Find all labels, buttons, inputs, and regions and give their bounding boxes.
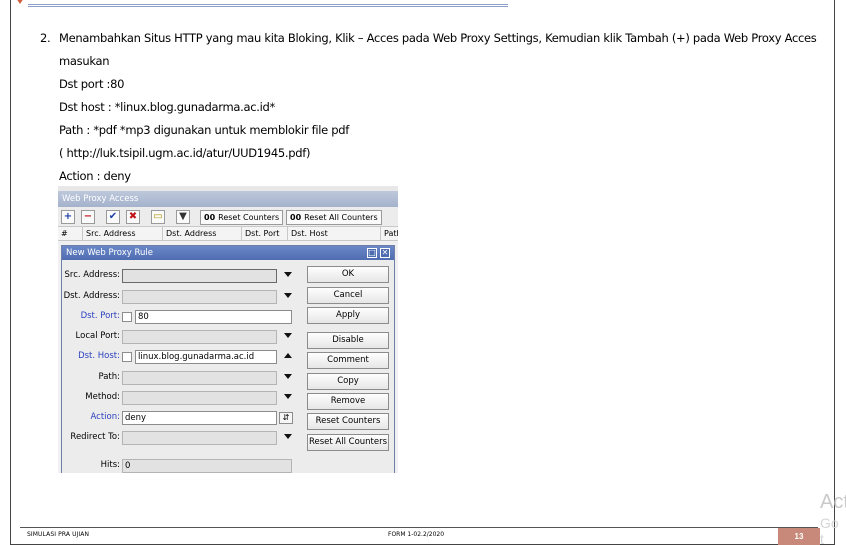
dst-address-field[interactable]: [122, 290, 277, 304]
path-row: Path:: [62, 370, 302, 386]
header-marker: [16, 0, 24, 4]
reset-all-counters-button[interactable]: 00 Reset All Counters: [286, 210, 382, 225]
footer-form-code: FORM 1-02.2/2020: [388, 531, 445, 538]
instruction-line: Action : deny: [59, 169, 131, 183]
column-header[interactable]: Path: [380, 227, 398, 241]
column-header[interactable]: Dst. Port: [241, 227, 287, 241]
ok-button[interactable]: OK: [307, 266, 389, 283]
hits-label: Hits:: [100, 460, 120, 470]
column-header-row: # Src. Address Dst. Address Dst. Port Ds…: [58, 227, 398, 241]
enable-icon[interactable]: ✔: [106, 210, 120, 224]
remove-icon[interactable]: −: [81, 210, 95, 224]
column-header[interactable]: Src. Address: [82, 227, 164, 241]
action-row: Action: deny ⇵: [62, 410, 302, 426]
method-field[interactable]: [122, 391, 277, 405]
local-port-label: Local Port:: [75, 331, 120, 341]
dst-host-negate-checkbox[interactable]: [122, 352, 132, 362]
comment-icon[interactable]: ▭: [151, 210, 165, 224]
src-address-row: Src. Address:: [62, 268, 302, 284]
dialog-title: New Web Proxy Rule: [62, 246, 394, 260]
close-icon[interactable]: ✕: [380, 248, 390, 258]
dst-port-row: Dst. Port: 80: [62, 309, 302, 325]
comment-button[interactable]: Comment: [307, 352, 389, 369]
disable-icon[interactable]: ✖: [126, 210, 140, 224]
reset-counters-dialog-button[interactable]: Reset Counters: [307, 413, 389, 430]
page-number: 13: [778, 528, 820, 545]
column-header[interactable]: #: [58, 227, 82, 241]
add-icon[interactable]: +: [61, 210, 75, 224]
dst-host-row: Dst. Host: linux.blog.gunadarma.ac.id: [62, 349, 302, 365]
path-field[interactable]: [122, 371, 277, 385]
dropdown-arrow-icon[interactable]: [284, 333, 292, 338]
instruction-body: Menambahkan Situs HTTP yang mau kita Blo…: [59, 27, 817, 188]
winbox-screenshot: Web Proxy Access + − ✔ ✖ ▭ ▼ 00 Reset Cou…: [58, 186, 398, 473]
redirect-to-row: Redirect To:: [62, 430, 302, 446]
dst-port-field[interactable]: 80: [135, 310, 292, 324]
column-header[interactable]: Dst. Address: [162, 227, 242, 241]
step-number: 2.: [40, 31, 51, 45]
footer-rule: [20, 527, 818, 528]
dst-port-label: Dst. Port:: [80, 311, 120, 321]
hits-row: Hits: 0: [62, 458, 302, 473]
local-port-row: Local Port:: [62, 329, 302, 345]
column-header[interactable]: Dst. Host: [287, 227, 381, 241]
remove-button[interactable]: Remove: [307, 393, 389, 410]
new-web-proxy-rule-dialog: New Web Proxy Rule □ ✕ Src. Address: Dst…: [61, 245, 395, 473]
cancel-button[interactable]: Cancel: [307, 287, 389, 304]
action-select[interactable]: deny: [122, 411, 277, 425]
counter-icon: 00: [290, 213, 302, 222]
instruction-line: Dst port :80: [59, 77, 125, 91]
dropdown-arrow-icon[interactable]: [284, 272, 292, 277]
src-address-field[interactable]: [122, 269, 277, 283]
filter-icon[interactable]: ▼: [176, 210, 190, 224]
instruction-line: ( http://luk.tsipil.ugm.ac.id/atur/UUD19…: [59, 146, 311, 160]
dst-address-label: Dst. Address:: [63, 291, 120, 301]
web-proxy-access-title: Web Proxy Access: [58, 191, 398, 207]
dropdown-arrow-icon[interactable]: [284, 374, 292, 379]
instruction-line: Dst host : *linux.blog.gunadarma.ac.id*: [59, 100, 275, 114]
copy-button[interactable]: Copy: [307, 373, 389, 390]
disable-button[interactable]: Disable: [307, 332, 389, 349]
header-rule: [28, 4, 508, 7]
local-port-field[interactable]: [122, 330, 277, 344]
restore-icon[interactable]: □: [367, 248, 377, 258]
reset-all-counters-label: Reset All Counters: [304, 213, 378, 222]
path-label: Path:: [98, 372, 120, 382]
instruction-line: Menambahkan Situs HTTP yang mau kita Blo…: [59, 31, 817, 45]
footer-left-text: SIMULASI PRA UJIAN: [27, 531, 90, 538]
instruction-line: Path : *pdf *mp3 digunakan untuk memblok…: [59, 123, 350, 137]
dst-port-negate-checkbox[interactable]: [122, 312, 132, 322]
dst-host-label: Dst. Host:: [78, 351, 120, 361]
dropdown-arrow-icon[interactable]: [284, 293, 292, 298]
method-label: Method:: [85, 392, 120, 402]
apply-button[interactable]: Apply: [307, 307, 389, 324]
activation-watermark-subline: Go t: [820, 515, 839, 545]
dropdown-arrow-icon[interactable]: [284, 394, 292, 399]
counter-icon: 00: [204, 213, 216, 222]
toolbar: + − ✔ ✖ ▭ ▼ 00 Reset Counters 00 Reset All…: [58, 207, 398, 227]
dst-address-row: Dst. Address:: [62, 289, 302, 305]
redirect-to-field[interactable]: [122, 431, 277, 445]
dst-host-field[interactable]: linux.blog.gunadarma.ac.id: [135, 350, 277, 364]
src-address-label: Src. Address:: [64, 270, 121, 280]
reset-counters-button[interactable]: 00 Reset Counters: [200, 210, 284, 225]
hits-value: 0: [122, 459, 292, 473]
instruction-line: masukan: [59, 54, 110, 68]
select-toggle-icon[interactable]: ⇵: [279, 412, 293, 424]
collapse-arrow-icon[interactable]: [284, 353, 292, 358]
dropdown-arrow-icon[interactable]: [284, 434, 292, 439]
reset-all-counters-dialog-button[interactable]: Reset All Counters: [307, 434, 389, 451]
redirect-to-label: Redirect To:: [70, 432, 120, 442]
reset-counters-label: Reset Counters: [218, 213, 280, 222]
method-row: Method:: [62, 390, 302, 406]
activation-watermark: Act: [820, 491, 846, 513]
action-label: Action:: [90, 412, 120, 422]
